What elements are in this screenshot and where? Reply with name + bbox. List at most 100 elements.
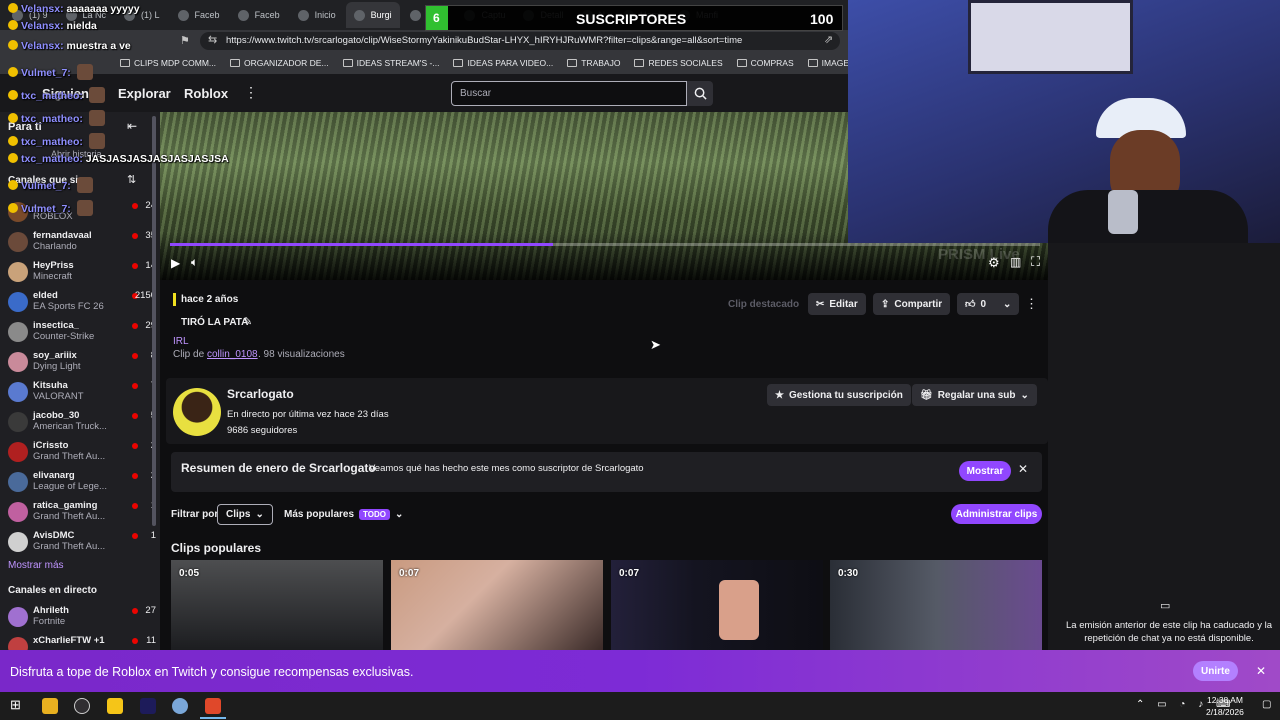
sidebar-channel-item[interactable]: Ahrileth Fortnite 27 xyxy=(8,605,156,633)
clip-thumbnail[interactable]: 0:05 xyxy=(171,560,383,650)
like-button[interactable]: 👍︎ 0 ⌄ xyxy=(957,293,1020,315)
premiere-icon[interactable] xyxy=(140,698,156,714)
volume-icon[interactable]: 🔈︎ xyxy=(191,255,198,270)
channel-name: insectica_ xyxy=(33,320,79,331)
bookmark-item[interactable]: REDES SOCIALES xyxy=(634,58,723,68)
bookmark-item[interactable]: ORGANIZADOR DE... xyxy=(230,58,329,68)
sidebar-channel-item[interactable]: KitsuhaVALORANT7 xyxy=(8,380,156,408)
chat-username: txc_matheo: xyxy=(21,136,83,148)
search-button[interactable] xyxy=(687,81,713,106)
channel-game: VALORANT xyxy=(33,391,84,402)
edit-title-icon[interactable]: ✎ xyxy=(243,315,252,328)
popular-clips-heading: Clips populares xyxy=(171,541,262,555)
bookmark-item[interactable]: CLIPS MDP COMM... xyxy=(120,58,216,68)
manage-subscription-button[interactable]: ★ Gestiona tu suscripción xyxy=(767,384,911,406)
sidebar-channel-item[interactable]: elivanargLeague of Lege...2 xyxy=(8,470,156,498)
sidebar-channel-item[interactable]: HeyPriss Minecraft 14 xyxy=(8,260,156,288)
bookmark-item[interactable]: IDEAS STREAM'S -... xyxy=(342,58,439,68)
clip-thumbnail[interactable]: 0:30 xyxy=(830,560,1042,650)
chat-badge-icon xyxy=(8,40,18,50)
show-more-link[interactable]: Mostrar más xyxy=(8,560,64,571)
bookmark-item[interactable]: IDEAS PARA VIDEO... xyxy=(453,58,553,68)
bookmark-item[interactable]: IMAGENES xyxy=(807,58,848,68)
bookmark-label: REDES SOCIALES xyxy=(648,58,723,68)
bookmark-item[interactable]: TRABAJO xyxy=(567,58,620,68)
windows-start-icon[interactable]: ⊞ xyxy=(10,697,21,713)
sticky-notes-icon[interactable] xyxy=(107,698,123,714)
browser-tab[interactable]: Faceb xyxy=(230,2,288,28)
gift-sub-button[interactable]: 🎁︎ Regalar una sub ⌄ xyxy=(912,384,1037,406)
obs-icon[interactable] xyxy=(74,698,90,714)
bookmark-item[interactable]: COMPRAS xyxy=(736,58,794,68)
recap-close-icon[interactable]: ✕ xyxy=(1018,462,1028,476)
banner-close-icon[interactable]: ✕ xyxy=(1256,664,1266,678)
channel-name[interactable]: Srcarlogato xyxy=(227,387,294,401)
live-dot-icon xyxy=(132,503,138,509)
bookmark-label: IMAGENES xyxy=(821,58,848,68)
settings-icon[interactable]: ⚙ xyxy=(988,255,1000,271)
recap-show-button[interactable]: Mostrar xyxy=(959,461,1011,481)
recap-show-label: Mostrar xyxy=(966,465,1004,477)
sidebar-channel-item[interactable]: jacobo_30American Truck...5 xyxy=(8,410,156,438)
clip-thumbnail[interactable]: 0:07 xyxy=(611,560,823,650)
chrome-icon[interactable] xyxy=(172,698,188,714)
chevron-down-icon[interactable]: ⌄ xyxy=(1003,299,1011,310)
sort-select[interactable]: Más populares TODO ⌄ xyxy=(276,503,411,525)
sidebar-channel-item[interactable]: xCharlieFTW +1 11 xyxy=(8,635,156,650)
url-input[interactable]: https://www.twitch.tv/srcarlogato/clip/W… xyxy=(200,32,840,50)
channel-game: Dying Light xyxy=(33,361,81,372)
play-icon[interactable]: ▶ xyxy=(171,256,180,270)
scissors-icon: ✂ xyxy=(816,298,825,310)
browser-tab[interactable]: Faceb xyxy=(170,2,228,28)
sidebar-scrollbar[interactable] xyxy=(152,116,156,526)
bookmark-star-icon[interactable]: ⚑ xyxy=(180,34,190,47)
sidebar-channel-item[interactable]: AvisDMC Grand Theft Au... 1 xyxy=(8,530,156,558)
chevron-down-icon: ⌄ xyxy=(395,508,404,520)
search-input[interactable]: Buscar xyxy=(451,81,687,106)
recap-description: Veamos qué has hecho este mes como suscr… xyxy=(369,463,644,474)
browser-tab[interactable]: Burgi xyxy=(345,2,400,28)
avatar xyxy=(8,502,28,522)
sidebar-channel-item[interactable]: elded EA Sports FC 26 2150 xyxy=(8,290,156,318)
sidebar-channel-item[interactable]: insectica_ Counter-Strike 29 xyxy=(8,320,156,348)
browser-tab[interactable]: Inicio xyxy=(290,2,344,28)
channel-name: fernandavaal xyxy=(33,230,92,241)
nav-explore[interactable]: Explorar xyxy=(118,86,171,101)
share-button[interactable]: ⇪ Compartir xyxy=(873,293,951,315)
clip-author-link[interactable]: collin_0108 xyxy=(207,349,258,360)
clip-category-link[interactable]: IRL xyxy=(173,336,189,347)
filter-type-select[interactable]: Clips ⌄ xyxy=(217,504,273,525)
clock-date[interactable]: 2/18/2026 xyxy=(1206,707,1244,717)
theatre-mode-icon[interactable]: ▥ xyxy=(1010,255,1021,269)
sidebar-channel-item[interactable]: iCrisstoGrand Theft Au...2 xyxy=(8,440,156,468)
site-settings-icon[interactable]: ⇆ xyxy=(208,33,217,46)
channel-avatar[interactable] xyxy=(173,388,221,436)
clip-thumbnail[interactable]: 0:07 xyxy=(391,560,603,650)
collapse-sidebar-icon[interactable]: ⇤ xyxy=(127,119,137,133)
brave-icon[interactable] xyxy=(205,698,221,714)
channel-game: League of Lege... xyxy=(33,481,107,492)
fullscreen-icon[interactable]: ⛶ xyxy=(1031,254,1040,270)
edit-button[interactable]: ✂ Editar xyxy=(808,293,866,315)
join-button[interactable]: Unirte xyxy=(1193,661,1238,681)
file-explorer-icon[interactable] xyxy=(42,698,58,714)
share-page-icon[interactable]: ⇗ xyxy=(824,33,833,46)
notification-icon[interactable]: ▢ xyxy=(1262,699,1271,710)
nav-roblox[interactable]: Roblox xyxy=(184,86,228,101)
chat-overlay-message: Velansx: aaaaaaa yyyyy xyxy=(8,3,140,15)
channel-name: Ahrileth xyxy=(33,605,69,616)
gift-sub-label: Regalar una sub xyxy=(937,389,1016,401)
channel-game: Fortnite xyxy=(33,616,66,627)
sort-icon[interactable]: ⇅ xyxy=(127,173,136,186)
more-options-icon[interactable]: ⋮ xyxy=(244,84,258,101)
promo-banner: Disfruta a tope de Roblox en Twitch y co… xyxy=(0,650,1280,692)
sidebar-channel-item[interactable]: ratica_gamingGrand Theft Au...1 xyxy=(8,500,156,528)
sidebar-channel-item[interactable]: fernandavaal Charlando 35 xyxy=(8,230,156,258)
clock-time[interactable]: 12:38 AM xyxy=(1207,695,1243,705)
chat-message-text: muestra a ve xyxy=(66,40,131,52)
manage-clips-button[interactable]: Administrar clips xyxy=(951,504,1042,524)
chat-badge-icon xyxy=(8,203,18,213)
sidebar-channel-item[interactable]: soy_ariiixDying Light8 xyxy=(8,350,156,378)
microphone xyxy=(1108,190,1138,234)
clip-more-icon[interactable]: ⋮ xyxy=(1025,296,1038,312)
